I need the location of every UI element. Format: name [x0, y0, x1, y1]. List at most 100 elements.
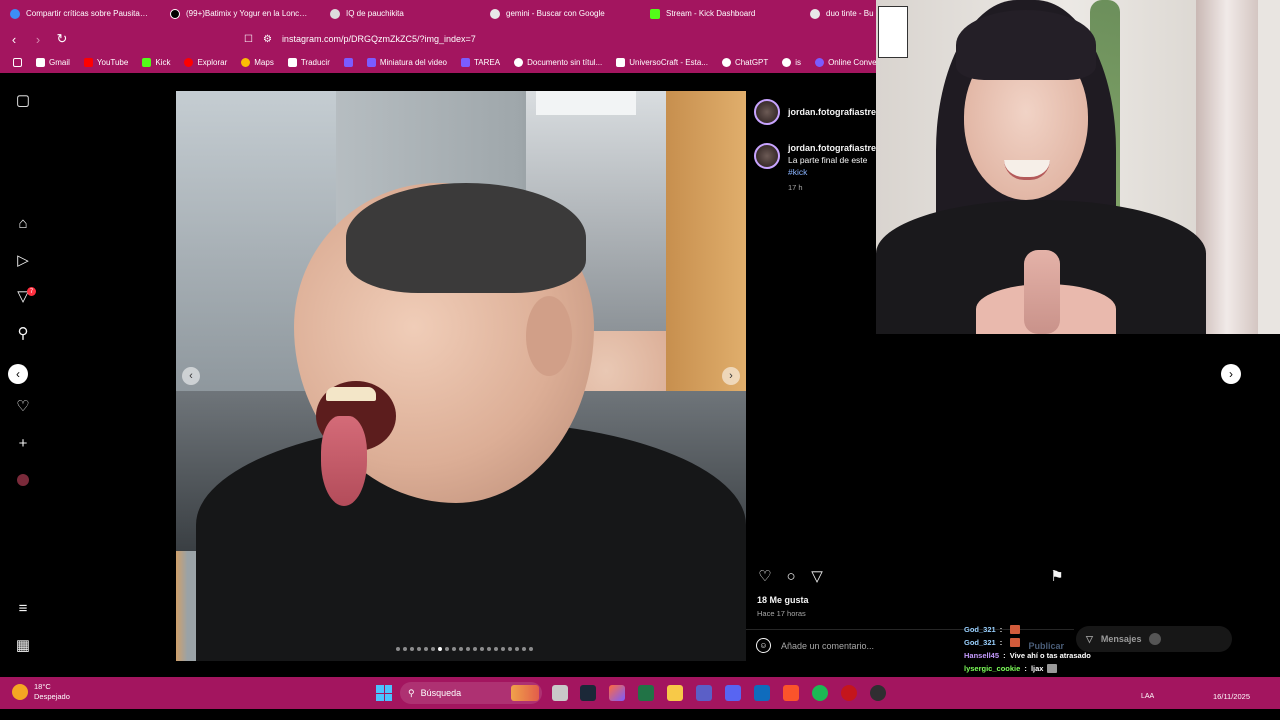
system-clock[interactable]: 16/11/2025: [1213, 682, 1250, 702]
bookmark-icon: [343, 57, 353, 67]
bookmark-label: Traducir: [300, 57, 330, 67]
bookmark-gmail[interactable]: Gmail: [29, 57, 77, 67]
forward-icon[interactable]: ›: [28, 29, 48, 49]
bookmark-maps[interactable]: Maps: [234, 57, 281, 67]
browser-tab[interactable]: gemini - Buscar con Google: [480, 0, 640, 27]
bookmark-unnamed[interactable]: [337, 57, 360, 67]
site-info-icon[interactable]: ⚙: [263, 34, 272, 45]
carousel-dot: [501, 647, 505, 651]
tab-title: (99+)Batimix y Yogur en la Lonchera: [186, 9, 310, 18]
chat-message: Hansell45 : Vive ahí o tas atrasado: [964, 651, 1264, 660]
teams-icon[interactable]: [696, 685, 712, 701]
comment-icon[interactable]: ○: [782, 567, 800, 585]
chat-username: lysergic_cookie: [964, 664, 1021, 673]
bookmark-label: Documento sin títul...: [527, 57, 603, 67]
app-icon[interactable]: [841, 685, 857, 701]
threads-icon[interactable]: ▦: [14, 636, 32, 654]
windows-start-icon[interactable]: [376, 685, 392, 701]
chat-separator: :: [1001, 651, 1008, 660]
spotify-icon[interactable]: [812, 685, 828, 701]
search-icon[interactable]: ⚲: [14, 324, 32, 342]
bookmark-label: Online Converter -...: [828, 57, 876, 67]
weather-widget[interactable]: 18°C Despejado: [12, 682, 70, 702]
bookmark-icon: [366, 57, 376, 67]
chat-username: Hansell45: [964, 651, 1000, 660]
reload-icon[interactable]: ↻: [52, 29, 72, 49]
universocraft-icon: [616, 57, 626, 67]
bookmark-universocraft[interactable]: UniversoCraft - Esta...: [609, 57, 715, 67]
author-avatar[interactable]: [754, 99, 780, 125]
carousel-dot: [438, 647, 442, 651]
taskbar-search[interactable]: ⚲ Búsqueda: [400, 682, 542, 704]
post-actions: ♡ ○ ▽ ⚑: [756, 567, 1066, 587]
carousel-indicator: [396, 647, 533, 651]
like-heart-icon[interactable]: ♡: [756, 567, 774, 585]
bookmark-chatgpt[interactable]: ChatGPT: [715, 57, 775, 67]
bookmark-is[interactable]: is: [775, 57, 808, 67]
like-count[interactable]: 18 Me gusta: [757, 595, 809, 605]
browser-tab[interactable]: Compartir críticas sobre Pausitaaa de: [0, 0, 160, 27]
search-label: Búsqueda: [420, 688, 462, 698]
post-header: jordan.fotografiastre: [754, 99, 876, 125]
copilot-icon[interactable]: [609, 685, 625, 701]
menu-icon[interactable]: ≡: [14, 599, 32, 617]
browser-tab[interactable]: Stream - Kick Dashboard: [640, 0, 800, 27]
obs-icon[interactable]: [870, 685, 886, 701]
temperature: 18°C: [34, 682, 51, 691]
comment-input[interactable]: Añade un comentario...: [781, 641, 874, 651]
save-bookmark-icon[interactable]: ⚑: [1048, 567, 1066, 585]
sun-icon: [12, 684, 28, 700]
browser-tab[interactable]: IQ de pauchikita: [320, 0, 480, 27]
bookmark-documento[interactable]: Documento sin títul...: [507, 57, 609, 67]
caption-text: La parte final de este: [788, 155, 868, 165]
create-plus-icon[interactable]: +: [14, 434, 32, 452]
carousel-prev-icon[interactable]: ‹: [182, 367, 200, 385]
task-view-icon[interactable]: [552, 685, 568, 701]
author-username[interactable]: jordan.fotografiastre: [788, 107, 876, 117]
home-icon[interactable]: ⌂: [14, 214, 32, 232]
apps-icon[interactable]: [6, 57, 29, 67]
notifications-heart-icon[interactable]: ♡: [14, 397, 32, 415]
excel-icon[interactable]: [638, 685, 654, 701]
browser-tab[interactable]: duo tinte - Bu: [800, 0, 876, 27]
chat-message: lysergic_cookie : ljax: [964, 664, 1264, 673]
bookmark-traducir[interactable]: Traducir: [281, 57, 337, 67]
instagram-logo-icon[interactable]: ▢: [14, 91, 32, 109]
reels-icon[interactable]: ▷: [14, 251, 32, 269]
bookmark-label: Maps: [254, 57, 274, 67]
back-icon[interactable]: ‹: [4, 29, 24, 49]
screen: Compartir críticas sobre Pausitaaa de (9…: [0, 0, 1280, 720]
carousel-next-icon[interactable]: ›: [722, 367, 740, 385]
share-icon[interactable]: ▽: [808, 567, 826, 585]
previous-post-arrow-icon[interactable]: ‹: [8, 364, 28, 384]
carousel-dot: [396, 647, 400, 651]
carousel-dot: [424, 647, 428, 651]
profile-avatar-icon[interactable]: [14, 471, 32, 489]
brave-icon[interactable]: [783, 685, 799, 701]
bookmark-converter[interactable]: Online Converter -...: [808, 57, 876, 67]
bookmark-tarea[interactable]: TAREA: [454, 57, 507, 67]
carousel-dot: [529, 647, 533, 651]
next-post-arrow-icon[interactable]: ›: [1221, 364, 1241, 384]
bookmark-miniatura[interactable]: Miniatura del video: [360, 57, 454, 67]
file-explorer-icon[interactable]: [667, 685, 683, 701]
language-indicator[interactable]: LAA: [1141, 693, 1154, 700]
google-icon: [810, 8, 820, 19]
emoji-icon[interactable]: ☺: [756, 638, 771, 653]
caption-avatar[interactable]: [754, 143, 780, 169]
weather-condition: Despejado: [34, 692, 70, 701]
caption-username[interactable]: jordan.fotografiastre: [788, 143, 876, 154]
bookmark-explorar[interactable]: Explorar: [177, 57, 234, 67]
caption-time: 17 h: [788, 183, 803, 192]
bookmark-youtube[interactable]: YouTube: [77, 57, 135, 67]
caption-hashtag[interactable]: #kick: [788, 167, 876, 178]
bookmark-star-icon[interactable]: ☐: [244, 34, 253, 45]
webcam-microphone: [1024, 250, 1060, 334]
photo-ear: [526, 296, 572, 376]
bookmark-kick[interactable]: Kick: [135, 57, 177, 67]
browser-tab[interactable]: (99+)Batimix y Yogur en la Lonchera: [160, 0, 320, 27]
mail-icon[interactable]: [754, 685, 770, 701]
discord-icon[interactable]: [725, 685, 741, 701]
steam-icon[interactable]: [580, 685, 596, 701]
url-field[interactable]: instagram.com/p/DRGQzmZkZC5/?img_index=7: [282, 34, 476, 44]
